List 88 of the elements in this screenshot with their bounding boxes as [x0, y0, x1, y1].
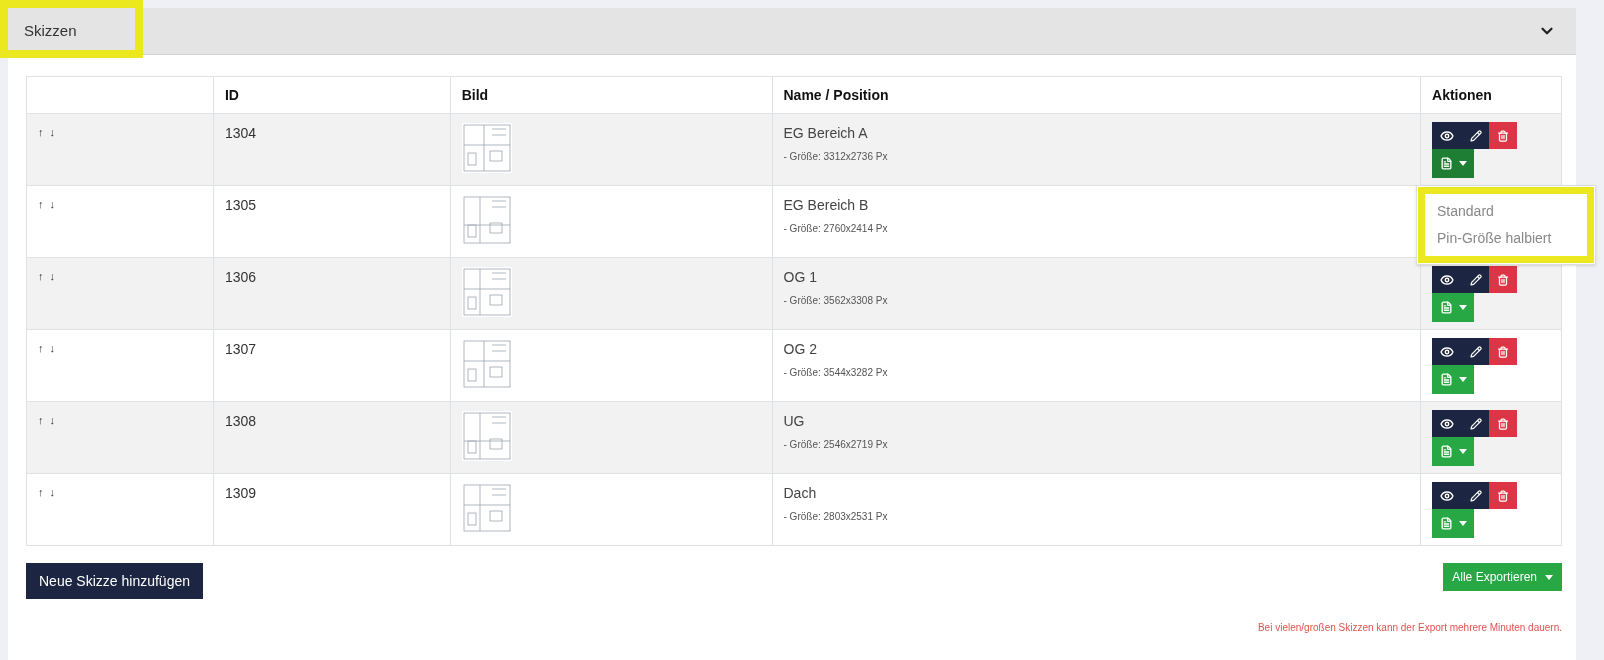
sketch-name: EG Bereich A [783, 124, 869, 143]
edit-button[interactable] [1462, 122, 1489, 149]
delete-button[interactable] [1489, 482, 1517, 509]
sketch-size: - Größe: 3312x2736 Px [783, 150, 889, 164]
column-header: ID [224, 86, 239, 103]
trash-icon [1497, 489, 1509, 502]
panel-title: Skizzen [24, 20, 77, 41]
eye-icon [1440, 128, 1454, 143]
pdf-export-button[interactable] [1432, 149, 1474, 178]
delete-button[interactable] [1489, 266, 1517, 293]
add-sketch-button[interactable]: Neue Skizze hinzufügen [26, 563, 203, 599]
move-down-link[interactable]: ↓ [49, 124, 55, 141]
pencil-icon [1469, 129, 1482, 142]
edit-button[interactable] [1462, 482, 1489, 509]
edit-button[interactable] [1462, 338, 1489, 365]
move-down-link[interactable]: ↓ [49, 484, 55, 501]
move-up-link[interactable]: ↑ [38, 484, 44, 501]
eye-icon [1440, 488, 1454, 503]
view-button[interactable] [1432, 122, 1462, 149]
move-up-link[interactable]: ↑ [38, 340, 44, 357]
table-cell: 1304 [224, 125, 257, 141]
move-down-link[interactable]: ↓ [49, 196, 55, 213]
caret-icon [1458, 449, 1467, 454]
sketch-name: EG Bereich B [783, 196, 870, 215]
sketch-size: - Größe: 2760x2414 Px [783, 222, 889, 236]
sketch-size: - Größe: 2803x2531 Px [783, 510, 889, 524]
pdf-file-icon [1439, 157, 1453, 170]
eye-icon [1440, 272, 1454, 287]
move-up-link[interactable]: ↑ [38, 268, 44, 285]
pdf-file-icon [1439, 373, 1453, 386]
delete-button[interactable] [1489, 122, 1517, 149]
floor-plan-thumbnail [461, 267, 512, 317]
edit-button[interactable] [1462, 410, 1489, 437]
view-button[interactable] [1432, 266, 1462, 293]
table-cell: 1307 [224, 341, 257, 357]
trash-icon [1497, 345, 1509, 358]
floor-plan-thumbnail [461, 339, 512, 389]
eye-icon [1440, 344, 1454, 359]
sketch-size: - Größe: 3562x3308 Px [783, 294, 889, 308]
sketch-name: OG 1 [783, 268, 818, 287]
caret-icon [1458, 521, 1467, 526]
sketch-name: Dach [783, 484, 818, 503]
column-header: Aktionen [1432, 86, 1492, 103]
edit-button[interactable] [1462, 266, 1489, 293]
view-button[interactable] [1432, 410, 1462, 437]
pencil-icon [1469, 489, 1482, 502]
pdf-file-icon [1439, 445, 1453, 458]
caret-icon [1545, 574, 1553, 580]
dropdown-item[interactable]: Standard [1437, 198, 1575, 225]
move-up-link[interactable]: ↑ [38, 196, 44, 213]
view-button[interactable] [1432, 338, 1462, 365]
sketch-size: - Größe: 2546x2719 Px [783, 438, 889, 452]
pencil-icon [1469, 273, 1482, 286]
table-cell: 1306 [224, 269, 257, 285]
move-up-link[interactable]: ↑ [38, 412, 44, 429]
export-note: Bei vielen/großen Skizzen kann der Export mehrere Minuten dauern. [1257, 621, 1562, 635]
move-down-link[interactable]: ↓ [49, 340, 55, 357]
panel-header[interactable]: Skizzen [8, 8, 1576, 55]
view-button[interactable] [1432, 482, 1462, 509]
delete-button[interactable] [1489, 338, 1517, 365]
sketch-name: OG 2 [783, 340, 818, 359]
caret-icon [1458, 161, 1467, 166]
table-cell: 1305 [224, 197, 257, 213]
table-cell: 1308 [224, 413, 257, 429]
floor-plan-thumbnail [461, 123, 512, 173]
floor-plan-thumbnail [461, 195, 512, 245]
pencil-icon [1469, 417, 1482, 430]
move-down-link[interactable]: ↓ [49, 412, 55, 429]
column-header: Bild [461, 86, 489, 103]
floor-plan-thumbnail [461, 483, 512, 533]
floor-plan-thumbnail [461, 411, 512, 461]
column-header: Name / Position [783, 86, 889, 103]
trash-icon [1497, 417, 1509, 430]
table-cell: 1309 [224, 485, 257, 501]
caret-icon [1458, 377, 1467, 382]
trash-icon [1497, 273, 1509, 286]
eye-icon [1440, 416, 1454, 431]
move-up-link[interactable]: ↑ [38, 124, 44, 141]
move-down-link[interactable]: ↓ [49, 268, 55, 285]
pdf-file-icon [1439, 301, 1453, 314]
trash-icon [1497, 129, 1509, 142]
sketch-size: - Größe: 3544x3282 Px [783, 366, 889, 380]
delete-button[interactable] [1489, 410, 1517, 437]
sketch-name: UG [783, 412, 806, 431]
dropdown-item[interactable]: Pin-Größe halbiert [1437, 225, 1575, 252]
pencil-icon [1469, 345, 1482, 358]
pdf-file-icon [1439, 517, 1453, 530]
caret-icon [1458, 305, 1467, 310]
